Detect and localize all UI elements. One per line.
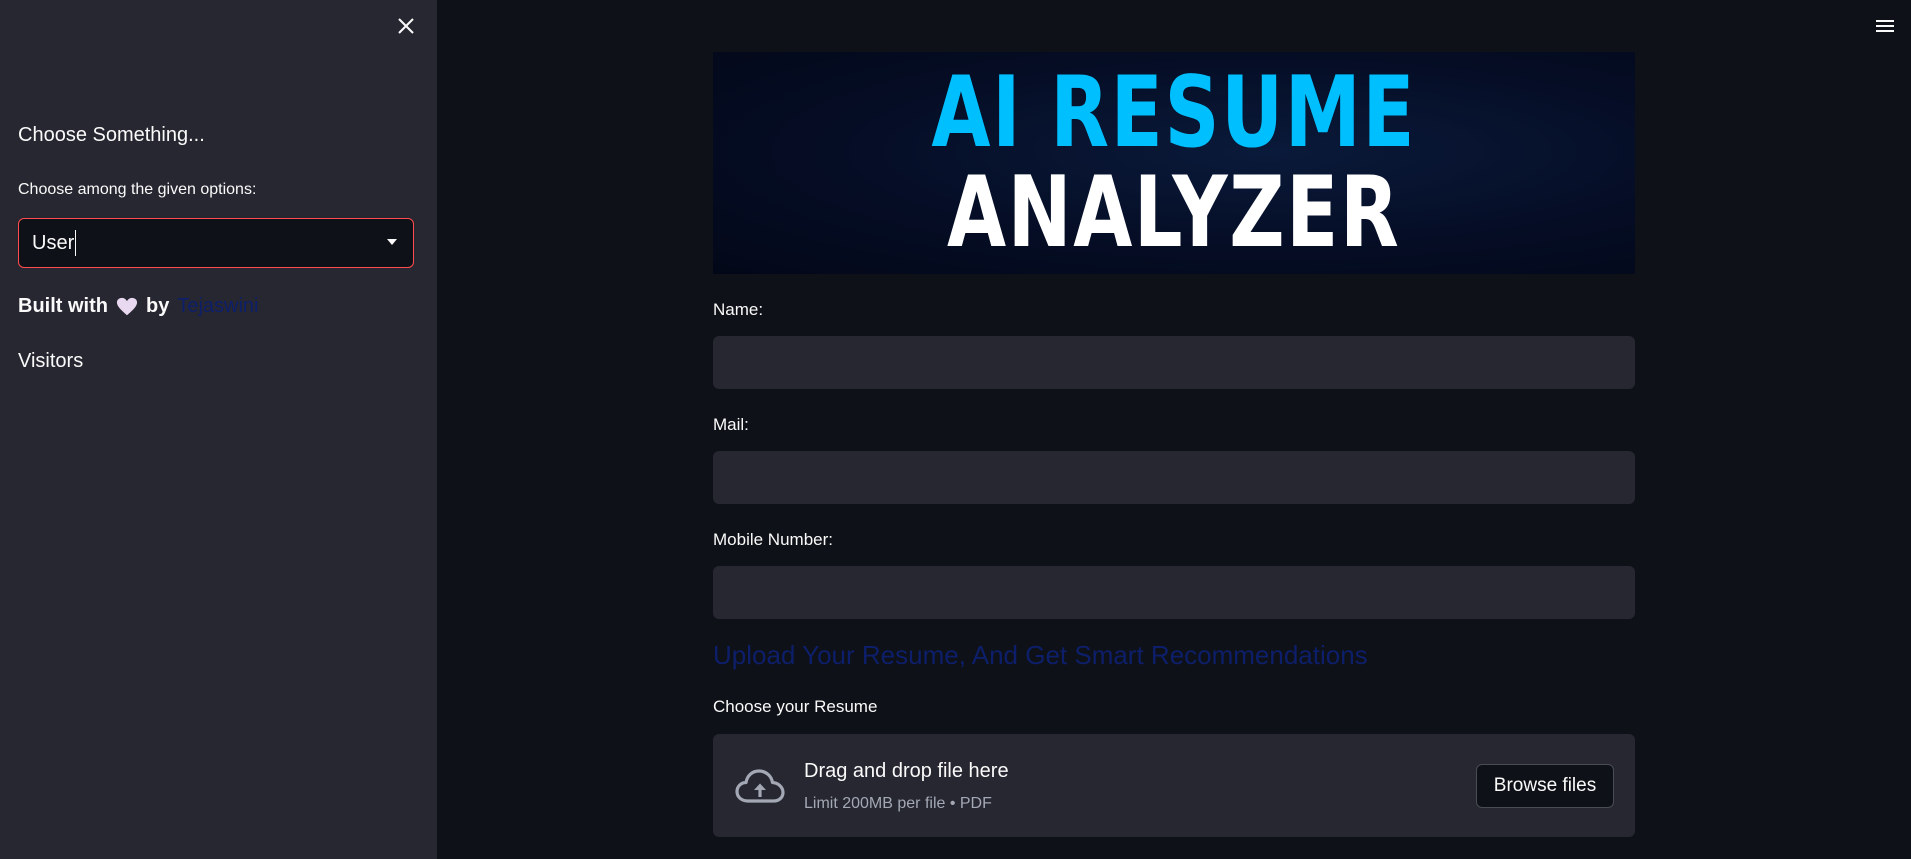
upload-heading: Upload Your Resume, And Get Smart Recomm… (713, 640, 1368, 670)
role-select[interactable]: User (18, 218, 414, 268)
close-icon (398, 18, 414, 34)
visitors-label: Visitors (18, 350, 84, 372)
banner-line-1: AI RESUME (931, 56, 1417, 170)
sidebar: Choose Something... Choose among the giv… (0, 0, 437, 859)
resume-label: Choose your Resume (713, 697, 878, 716)
app-root: Choose Something... Choose among the giv… (0, 0, 1911, 859)
main-menu-button[interactable] (1874, 15, 1900, 37)
text-caret (75, 230, 77, 256)
app-banner-logo: AI RESUME ANALYZER (713, 52, 1635, 274)
heart-icon (116, 297, 138, 315)
built-with-prefix: Built with (18, 295, 108, 317)
author-link[interactable]: Tejaswini (177, 295, 258, 318)
browse-files-button[interactable]: Browse files (1476, 764, 1614, 808)
built-with-by: by (145, 295, 170, 317)
mail-label: Mail: (713, 415, 749, 434)
close-sidebar-button[interactable] (392, 12, 420, 40)
mobile-label: Mobile Number: (713, 530, 833, 549)
dropzone-title: Drag and drop file here (804, 760, 1009, 782)
built-with-credit: Built with by Tejaswini (18, 295, 258, 318)
select-label: Choose among the given options: (18, 181, 257, 198)
mobile-input[interactable] (713, 566, 1635, 619)
hamburger-menu-icon (1876, 20, 1894, 32)
dropzone-limit: Limit 200MB per file • PDF (804, 795, 992, 812)
name-label: Name: (713, 300, 764, 319)
select-value: User (32, 231, 75, 254)
mail-input[interactable] (713, 451, 1635, 504)
file-dropzone[interactable]: Drag and drop file here Limit 200MB per … (713, 734, 1635, 837)
name-input[interactable] (713, 336, 1635, 389)
cloud-upload-icon (735, 769, 785, 803)
banner-line-2: ANALYZER (947, 156, 1401, 270)
chevron-down-icon (387, 239, 397, 245)
sidebar-heading: Choose Something... (18, 124, 205, 146)
